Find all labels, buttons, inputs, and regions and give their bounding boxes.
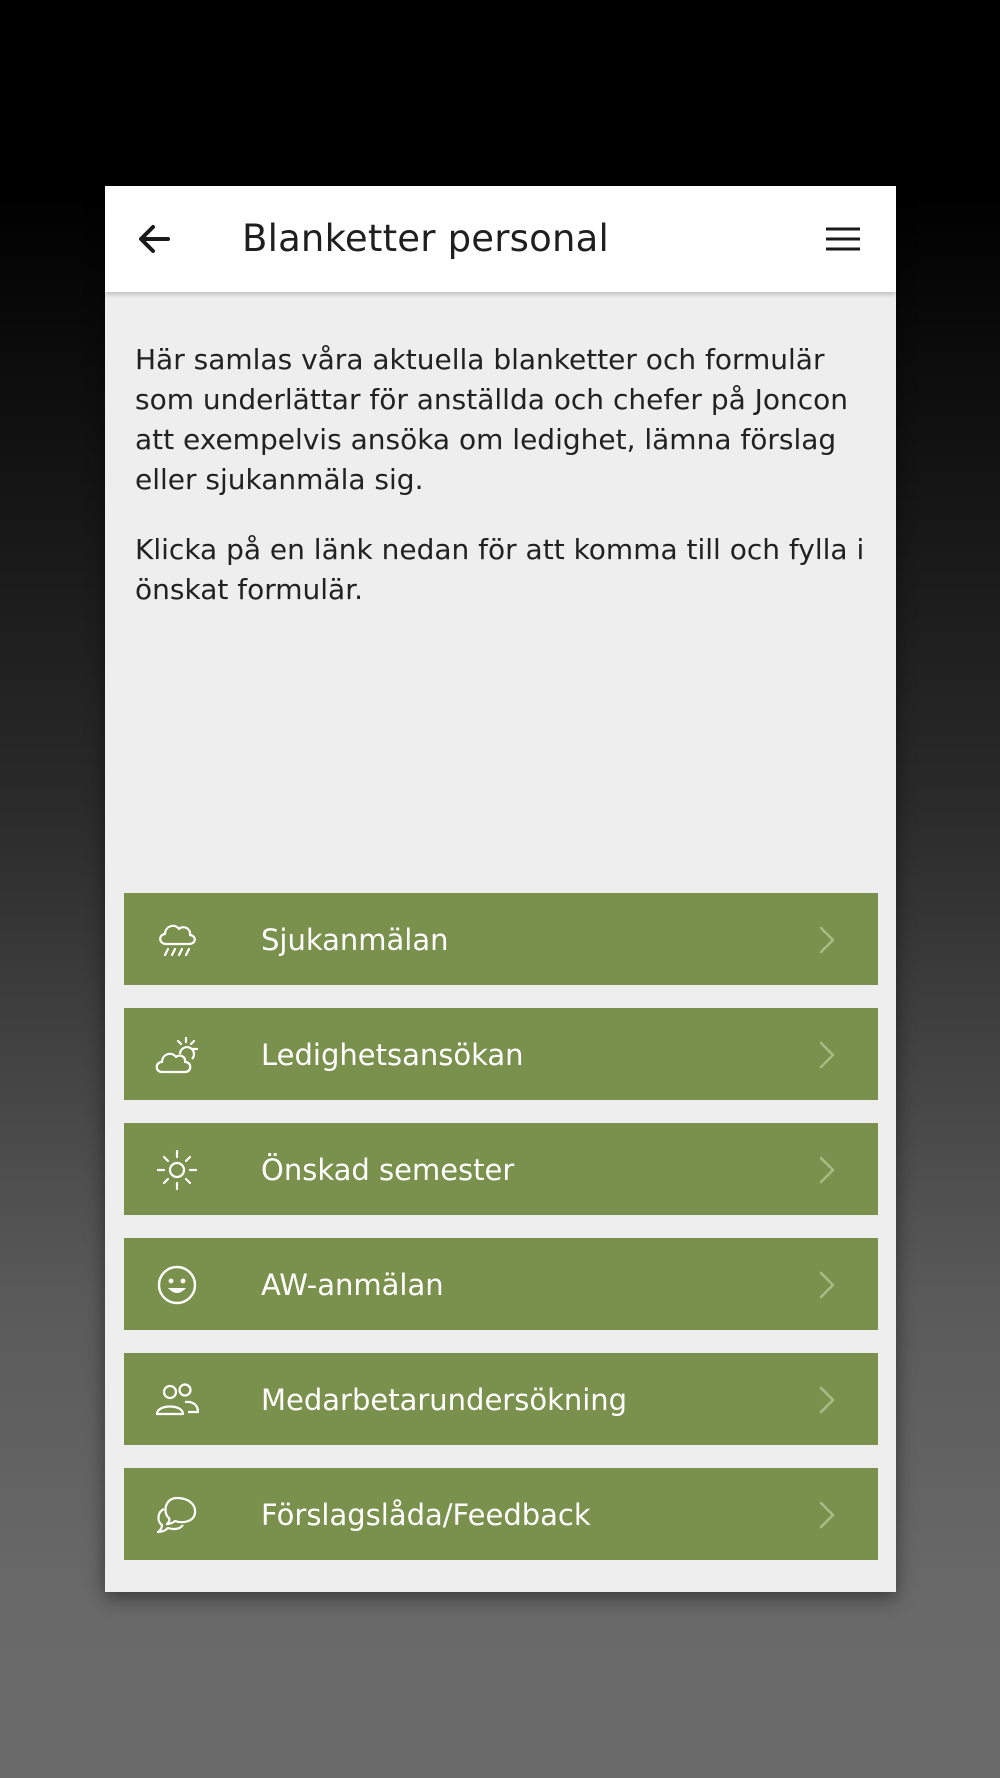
chevron-right-icon: [819, 1156, 835, 1184]
rain-cloud-icon: [159, 924, 196, 957]
intro-instruction: Klicka på en länk nedan för att komma ti…: [135, 533, 865, 606]
form-link-aw-anmalan[interactable]: AW-anmälan: [124, 1238, 878, 1330]
sun-icon: [156, 1149, 198, 1191]
form-link-label: Ledighetsansökan: [261, 1038, 524, 1072]
back-button[interactable]: [127, 212, 181, 266]
form-link-medarbetarundersokning[interactable]: Medarbetarundersökning: [124, 1353, 878, 1445]
form-link-label: AW-anmälan: [261, 1268, 444, 1302]
form-link-label: Önskad semester: [261, 1153, 515, 1187]
form-link-label: Sjukanmälan: [261, 923, 449, 957]
menu-button[interactable]: [816, 212, 870, 266]
chevron-right-icon: [819, 1041, 835, 1069]
chevron-right-icon: [819, 1271, 835, 1299]
people-icon: [155, 1383, 200, 1416]
chevron-right-icon: [819, 926, 835, 954]
chevron-right-icon: [819, 1501, 835, 1529]
arrow-left-icon: [139, 225, 170, 253]
chat-bubbles-icon: [156, 1496, 197, 1534]
smiley-icon: [157, 1265, 197, 1305]
form-link-forslagslada-feedback[interactable]: Förslagslåda/Feedback: [124, 1468, 878, 1560]
hamburger-menu-icon: [826, 227, 860, 251]
form-link-onskad-semester[interactable]: Önskad semester: [124, 1123, 878, 1215]
intro-paragraph: Här samlas våra aktuella blanketter och …: [135, 343, 849, 496]
form-link-sjukanmalan[interactable]: Sjukanmälan: [124, 893, 878, 985]
app-screen: Blanketter personal Här samlas våra aktu…: [105, 186, 896, 1592]
chevron-right-icon: [819, 1386, 835, 1414]
form-link-list: Sjukanmälan Ledighetsansökan Önskad seme…: [124, 893, 878, 1583]
form-link-label: Förslagslåda/Feedback: [261, 1498, 591, 1532]
partly-cloudy-icon: [155, 1036, 199, 1074]
form-link-label: Medarbetarundersökning: [261, 1383, 628, 1417]
app-header: Blanketter personal: [105, 186, 896, 292]
intro-text: Här samlas våra aktuella blanketter och …: [135, 340, 875, 640]
form-link-ledighetsansokan[interactable]: Ledighetsansökan: [124, 1008, 878, 1100]
page-title: Blanketter personal: [242, 217, 609, 260]
